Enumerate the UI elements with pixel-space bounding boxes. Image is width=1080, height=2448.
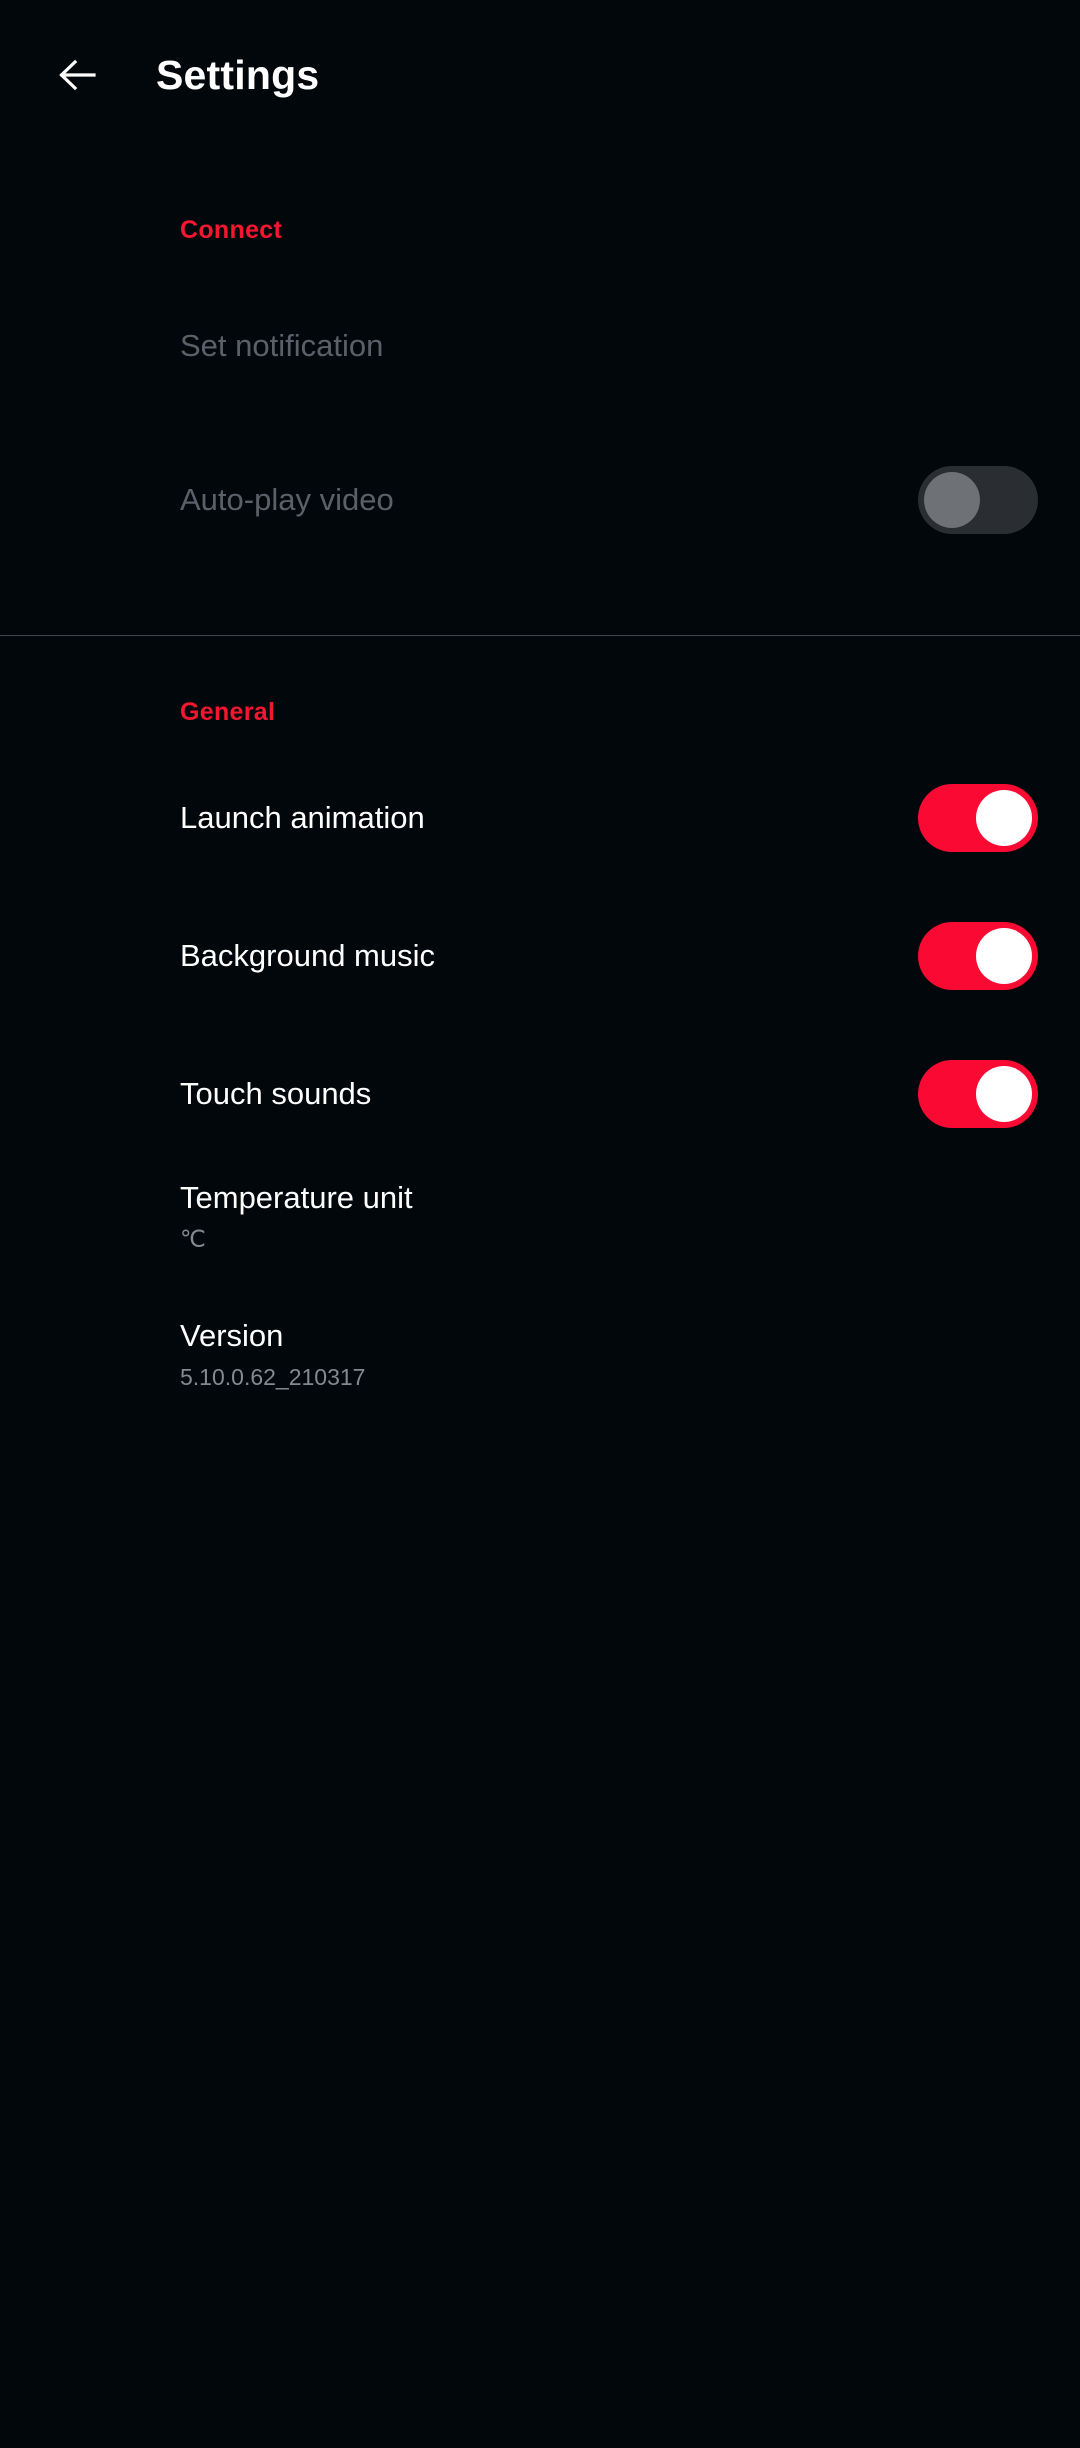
row-label: Version [180, 1318, 284, 1353]
row-label: Background music [180, 937, 436, 973]
toggle-thumb [976, 790, 1032, 846]
row-value-version: 5.10.0.62_210317 [180, 1363, 366, 1390]
row-background-music[interactable]: Background music [0, 901, 1080, 1011]
row-text-group: Temperature unit ℃ [180, 1179, 413, 1255]
section-connect: Connect Set notification Auto-play video [0, 216, 1080, 636]
row-version: Version 5.10.0.62_210317 [0, 1317, 1080, 1427]
row-text-group: Auto-play video [180, 481, 394, 520]
section-header-connect: Connect [180, 216, 283, 244]
row-label: Temperature unit [180, 1180, 413, 1215]
row-touch-sounds[interactable]: Touch sounds [0, 1039, 1080, 1149]
row-text-group: Touch sounds [180, 1075, 371, 1114]
row-text-group: Version 5.10.0.62_210317 [180, 1317, 365, 1393]
toggle-background-music[interactable] [918, 922, 1038, 990]
toggle-thumb [976, 928, 1032, 984]
row-label: Auto-play video [180, 481, 394, 517]
page-title: Settings [156, 51, 320, 98]
row-text-group: Launch animation [180, 799, 425, 838]
row-text-group: Set notification [180, 327, 383, 366]
back-button[interactable] [48, 47, 104, 103]
toggle-thumb [976, 1066, 1032, 1122]
row-label: Touch sounds [180, 1075, 372, 1111]
row-launch-animation[interactable]: Launch animation [0, 763, 1080, 873]
row-set-notification[interactable]: Set notification [0, 291, 1080, 401]
section-divider [0, 635, 1080, 636]
toggle-touch-sounds[interactable] [918, 1060, 1038, 1128]
app-bar: Settings [0, 0, 1080, 150]
toggle-thumb [924, 472, 980, 528]
row-value-temperature-unit: ℃ [180, 1225, 206, 1252]
section-general: General Launch animation Background musi… [0, 698, 1080, 1427]
arrow-left-icon [54, 53, 98, 97]
row-temperature-unit[interactable]: Temperature unit ℃ [0, 1179, 1080, 1289]
row-label: Set notification [180, 327, 384, 363]
settings-screen: Settings Connect Set notification Auto-p… [0, 0, 1080, 2448]
row-auto-play-video[interactable]: Auto-play video [0, 445, 1080, 555]
row-text-group: Background music [180, 937, 435, 976]
toggle-auto-play-video[interactable] [918, 466, 1038, 534]
toggle-launch-animation[interactable] [918, 784, 1038, 852]
section-header-general: General [180, 698, 276, 726]
row-label: Launch animation [180, 799, 425, 835]
